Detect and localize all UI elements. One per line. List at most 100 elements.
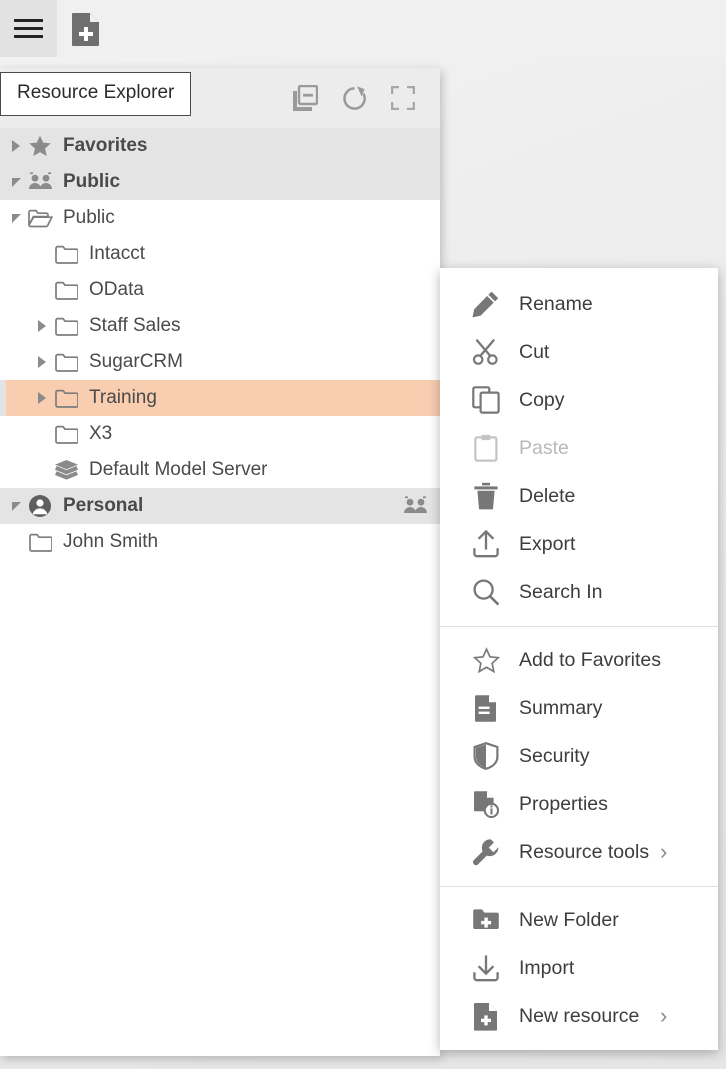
collapse-arrow-icon[interactable] [6, 164, 26, 200]
folder-icon [52, 236, 80, 272]
tree-row[interactable]: Personal [0, 488, 440, 524]
menu-item-label: Summary [501, 697, 602, 720]
new-resource-button[interactable] [57, 0, 114, 57]
menu-item-label: New Folder [501, 909, 619, 932]
menu-item-resource-tools[interactable]: Resource tools › [440, 828, 718, 876]
download-icon [471, 953, 501, 983]
fullscreen-icon [391, 86, 415, 110]
expand-arrow-icon[interactable] [32, 308, 52, 344]
menu-item-label: Rename [501, 293, 593, 316]
folder-icon [26, 524, 54, 560]
menu-item-search-in[interactable]: Search In [440, 568, 718, 616]
tree-row[interactable]: Favorites [0, 128, 440, 164]
menu-item-add-to-favorites[interactable]: Add to Favorites [440, 636, 718, 684]
folder-icon [52, 416, 80, 452]
collapse-all-icon [292, 85, 318, 111]
context-menu: Rename Cut Copy Paste Delete Export Search In A… [440, 268, 718, 1050]
menu-item-paste: Paste [440, 424, 718, 472]
menu-item-import[interactable]: Import [440, 944, 718, 992]
tree-row[interactable]: OData [0, 272, 440, 308]
menu-item-delete[interactable]: Delete [440, 472, 718, 520]
folder-icon [52, 380, 80, 416]
person-icon [26, 488, 54, 524]
tree-indent-spacer [32, 236, 52, 272]
menu-item-new-folder[interactable]: New Folder [440, 896, 718, 944]
menu-item-label: Delete [501, 485, 575, 508]
tree-row[interactable]: Default Model Server [0, 452, 440, 488]
expand-arrow-icon[interactable] [32, 380, 52, 416]
expand-arrow-icon[interactable] [6, 128, 26, 164]
tree-indent-spacer [6, 524, 26, 560]
menu-separator [440, 626, 718, 627]
tree-row-label: Public [54, 171, 120, 193]
menu-item-summary[interactable]: Summary [440, 684, 718, 732]
resource-tree: Favorites Public Public Intacct ODataStaff S… [0, 128, 440, 1056]
panel-title-tooltip: Resource Explorer [0, 72, 191, 116]
tree-row[interactable]: Public [0, 200, 440, 236]
new-document-icon [71, 12, 101, 46]
chevron-right-icon: › [660, 828, 718, 876]
menu-item-label: Export [501, 533, 575, 556]
trash-icon [471, 481, 501, 511]
search-icon [471, 577, 501, 607]
menu-item-label: Cut [501, 341, 549, 364]
menu-item-new-resource[interactable]: New resource› [440, 992, 718, 1040]
summary-icon [471, 693, 501, 723]
menu-item-label: Resource tools [501, 841, 649, 864]
menu-item-label: New resource [501, 1005, 639, 1028]
menu-item-label: Add to Favorites [501, 649, 661, 672]
folder-icon [52, 308, 80, 344]
new-document-icon [471, 1001, 501, 1031]
new-folder-icon [471, 905, 501, 935]
menu-item-label: Paste [501, 437, 569, 460]
people-icon[interactable] [403, 488, 428, 524]
menu-separator [440, 886, 718, 887]
tree-row[interactable]: X3 [0, 416, 440, 452]
star-outline-icon [471, 645, 501, 675]
menu-item-export[interactable]: Export [440, 520, 718, 568]
refresh-button[interactable] [339, 83, 369, 113]
properties-icon [471, 789, 501, 819]
menu-item-label: Security [501, 745, 589, 768]
collapse-all-button[interactable] [290, 83, 320, 113]
tree-row-label: Default Model Server [80, 459, 267, 481]
copy-icon [471, 385, 501, 415]
upload-icon [471, 529, 501, 559]
main-menu-button[interactable] [0, 0, 57, 57]
menu-item-rename[interactable]: Rename [440, 280, 718, 328]
expand-arrow-icon[interactable] [32, 344, 52, 380]
hamburger-icon [14, 19, 43, 39]
menu-item-properties[interactable]: Properties [440, 780, 718, 828]
folder-open-icon [26, 200, 54, 236]
tree-row[interactable]: SugarCRM [0, 344, 440, 380]
tree-row-label: John Smith [54, 531, 158, 553]
menu-item-copy[interactable]: Copy [440, 376, 718, 424]
collapse-arrow-icon[interactable] [6, 200, 26, 236]
tree-row[interactable]: Public [0, 164, 440, 200]
panel-header: r [0, 68, 440, 128]
menu-item-label: Copy [501, 389, 565, 412]
folder-icon [52, 344, 80, 380]
tree-indent-spacer [32, 452, 52, 488]
tree-row-label: Intacct [80, 243, 145, 265]
menu-item-security[interactable]: Security [440, 732, 718, 780]
shield-icon [471, 741, 501, 771]
tree-row-label: Training [80, 387, 157, 409]
tree-row-label: Favorites [54, 135, 147, 157]
collapse-arrow-icon[interactable] [6, 488, 26, 524]
tree-row-label: Personal [54, 495, 143, 517]
fullscreen-button[interactable] [388, 83, 418, 113]
refresh-icon [341, 85, 368, 112]
menu-item-cut[interactable]: Cut [440, 328, 718, 376]
people-icon [26, 164, 54, 200]
folder-icon [52, 272, 80, 308]
tree-row-label: X3 [80, 423, 112, 445]
app-toolbar [0, 0, 726, 57]
wrench-icon [471, 837, 501, 867]
tree-indent-spacer [32, 272, 52, 308]
tree-row[interactable]: John Smith [0, 524, 440, 560]
tree-row[interactable]: Intacct [0, 236, 440, 272]
resource-explorer-app: r [0, 0, 726, 1069]
tree-row[interactable]: Training [0, 380, 440, 416]
tree-row[interactable]: Staff Sales [0, 308, 440, 344]
